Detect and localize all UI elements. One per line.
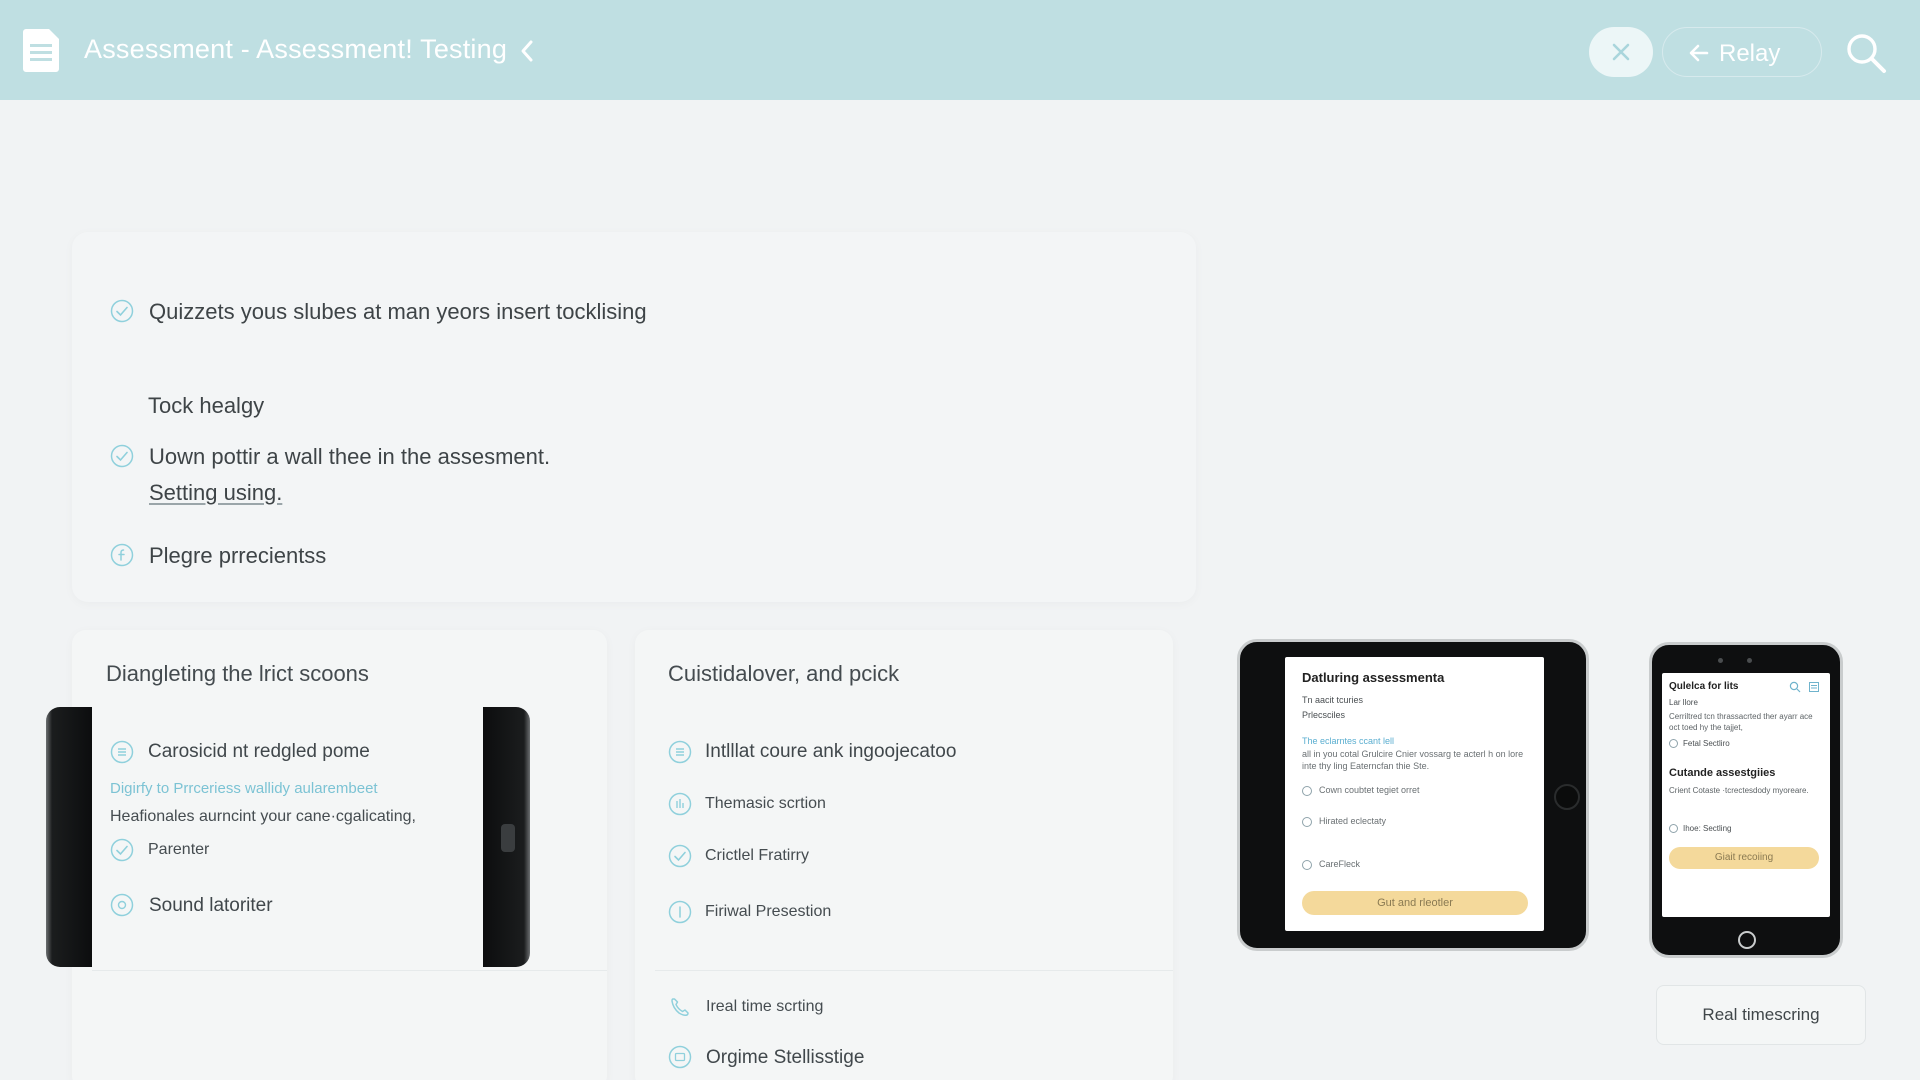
radio-icon[interactable]: [1302, 860, 1312, 870]
arrow-left-icon: [1689, 44, 1709, 62]
message-circle-icon: [668, 1045, 692, 1069]
row-label: Sound latoriter: [149, 895, 273, 916]
search-icon[interactable]: [1789, 681, 1801, 693]
relay-label: Relay: [1719, 40, 1781, 67]
chart-circle-icon: [668, 792, 692, 816]
close-button[interactable]: [1589, 27, 1653, 77]
checklist-item: Quizzets yous slubes at man yeors insert…: [149, 299, 647, 324]
at-circle-icon: [110, 893, 134, 917]
checklist-item: Uown pottir a wall thee in the assesment…: [149, 444, 551, 469]
tablet-subheading: Prlecsciles: [1302, 710, 1346, 720]
tablet-screen: Datluring assessmenta Tn aacit tcuries P…: [1285, 657, 1544, 931]
info-circle-icon: [110, 543, 134, 567]
info-circle-icon: [668, 900, 692, 924]
top-header-bar: Assessment - Assessment! Testing Relay: [0, 0, 1920, 100]
divider: [92, 970, 607, 971]
row-label: Carosicid nt redgled pome: [148, 741, 370, 762]
tablet-body: all in you cotal Grulcire Cnier vossarg …: [1302, 749, 1524, 771]
tablet-subheading: Tn aacit tcuries: [1302, 695, 1364, 705]
row-label: Orgime Stellisstige: [706, 1047, 865, 1068]
phone-body: Cerriltred tcn thrassacrted ther ayarr a…: [1669, 712, 1813, 732]
check-circle-icon: [110, 838, 134, 862]
phone-option: Fetal Sectliro: [1683, 739, 1730, 748]
radio-icon[interactable]: [1302, 817, 1312, 827]
row-label: Intlllat coure ank ingoojecatoo: [705, 741, 957, 762]
close-icon: [1612, 43, 1630, 61]
check-circle-icon: [668, 844, 692, 868]
document-icon: [23, 29, 59, 72]
tablet-action-button[interactable]: Gut and rleotler: [1302, 891, 1528, 915]
divider: [655, 970, 1173, 971]
phone-bezel-left: [46, 707, 92, 967]
tablet-option: Cown coubtet tegiet orret: [1319, 785, 1420, 795]
tablet-option: Hirated eclectaty: [1319, 816, 1387, 826]
check-circle-icon: [110, 444, 134, 468]
relay-button[interactable]: Relay: [1662, 27, 1822, 77]
phone-heading: Qulelca for lits: [1669, 681, 1739, 692]
phone-screen: Qulelca for lits Lar llore Cerriltred tc…: [1662, 673, 1830, 917]
phone-option: Ihoe: Sectling: [1683, 824, 1732, 833]
phone-icon: [671, 998, 689, 1016]
page-title: Assessment - Assessment! Testing: [84, 34, 508, 64]
search-icon[interactable]: [1845, 32, 1887, 74]
menu-icon[interactable]: [1808, 681, 1820, 693]
checklist-subheading: Tock healgy: [148, 393, 265, 418]
card-title: Diangleting the lrict scoons: [106, 661, 369, 686]
checklist-link[interactable]: Setting using.: [149, 480, 282, 506]
phone-action-button[interactable]: Giait recoiing: [1669, 847, 1819, 869]
real-time-scoring-button[interactable]: Real timescring: [1656, 985, 1866, 1045]
row-label: Themasic scrtion: [705, 795, 826, 812]
tablet-camera: [1554, 784, 1580, 810]
row-label: Parenter: [148, 841, 210, 858]
tablet-heading: Datluring assessmenta: [1302, 670, 1445, 685]
phone-preview: Qulelca for lits Lar llore Cerriltred tc…: [1649, 642, 1843, 958]
help-link[interactable]: Digirfy to Prrceriess wallidy aularembee…: [110, 780, 378, 797]
phone-body: Crient Cotaste ·tcrectesdody myoreare.: [1669, 786, 1809, 795]
tablet-link[interactable]: The eclarntes ccant lell: [1302, 736, 1394, 746]
list-circle-icon: [668, 740, 692, 764]
checklist-item: Plegre prrecientss: [149, 543, 327, 568]
note-text: Heafionales aurncint your cane·cgalicati…: [110, 808, 416, 825]
chevron-left-icon[interactable]: [518, 38, 536, 64]
phone-speaker: [1718, 658, 1723, 663]
tablet-option: CareFleck: [1319, 859, 1361, 869]
radio-icon[interactable]: [1669, 739, 1678, 748]
radio-icon[interactable]: [1302, 786, 1312, 796]
phone-side-button: [501, 824, 515, 852]
card-title: Cuistidalover, and pcick: [668, 661, 900, 686]
row-label: Ireal time scrting: [706, 998, 824, 1015]
phone-heading: Cutande assestgiies: [1669, 767, 1776, 779]
row-label: Crictlel Fratirry: [705, 847, 809, 864]
check-circle-icon: [110, 299, 134, 323]
row-label: Firiwal Presestion: [705, 903, 832, 920]
radio-icon[interactable]: [1669, 824, 1678, 833]
phone-camera: [1747, 658, 1752, 663]
tablet-preview: Datluring assessmenta Tn aacit tcuries P…: [1237, 639, 1589, 951]
phone-subheading: Lar llore: [1669, 698, 1698, 707]
phone-home-button: [1738, 931, 1756, 949]
list-circle-icon: [110, 740, 134, 764]
